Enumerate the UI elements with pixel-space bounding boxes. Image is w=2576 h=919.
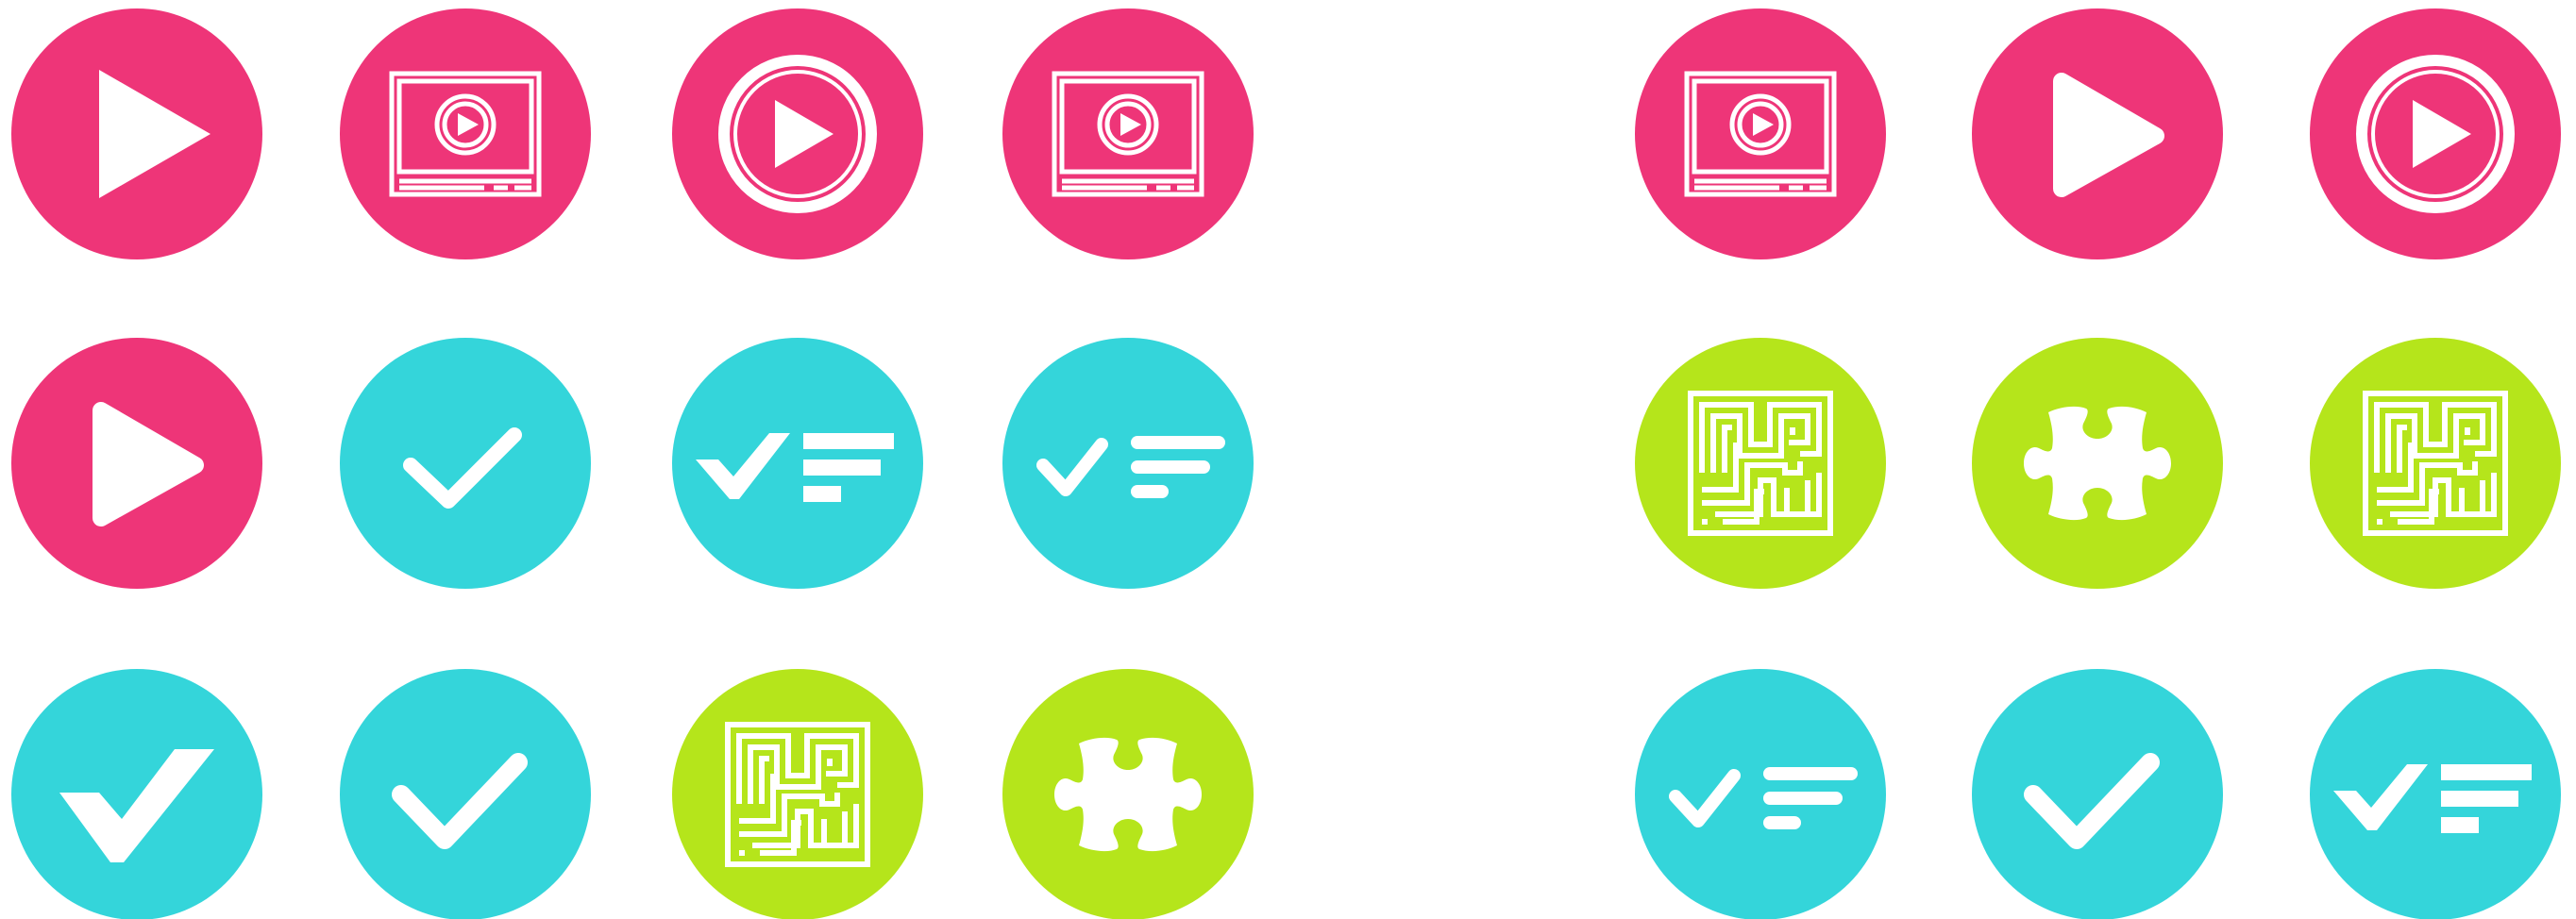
play-rounded-icon: [11, 338, 262, 589]
checklist-icon: [1002, 338, 1254, 589]
play-rounded-icon: [1972, 8, 2223, 259]
puzzle-piece-icon: [1972, 338, 2223, 589]
icon-circle: [340, 338, 591, 589]
icon-sheet: [11, 8, 2561, 919]
icon-circle: [1972, 669, 2223, 919]
checkmark-icon: [11, 669, 262, 919]
checklist-icon: [2310, 669, 2561, 919]
video-player-icon: [1002, 8, 1254, 259]
play-icon: [11, 8, 262, 259]
icon-circle: [1635, 8, 1886, 259]
maze-icon: [2310, 338, 2561, 589]
icon-circle: [340, 8, 591, 259]
checkmark-icon: [340, 669, 591, 919]
checkmark-icon: [340, 338, 591, 589]
icon-circle: [11, 669, 262, 919]
icon-circle: [1002, 8, 1254, 259]
checklist-icon: [672, 338, 923, 589]
play-circle-icon: [672, 8, 923, 259]
checklist-icon: [1635, 669, 1886, 919]
video-player-icon: [340, 8, 591, 259]
maze-icon: [1635, 338, 1886, 589]
maze-icon: [672, 669, 923, 919]
icon-circle: [340, 669, 591, 919]
checkmark-icon: [1972, 669, 2223, 919]
video-player-icon: [1635, 8, 1886, 259]
puzzle-piece-icon: [1002, 669, 1254, 919]
play-circle-icon: [2310, 8, 2561, 259]
